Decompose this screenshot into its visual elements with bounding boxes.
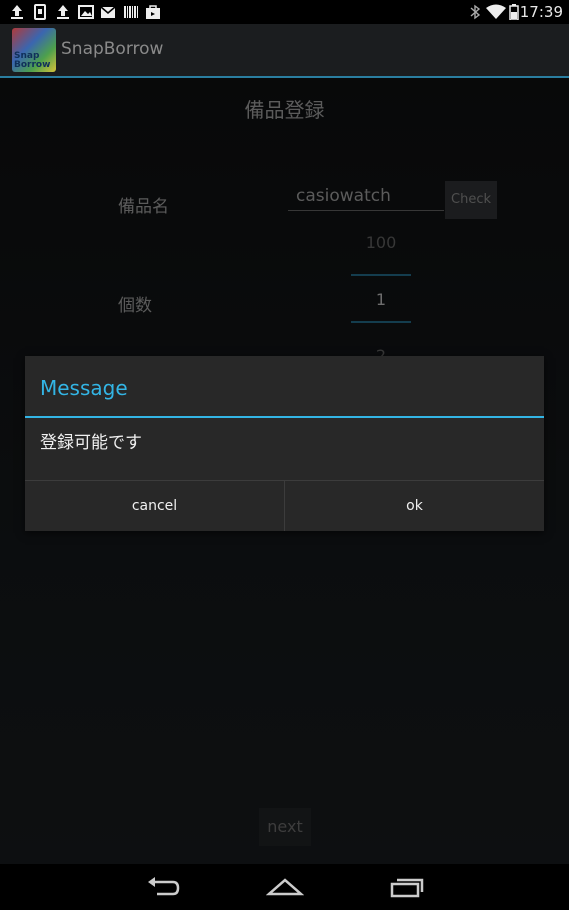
dialog-message: 登録可能です	[40, 433, 142, 453]
upload-icon	[57, 5, 69, 19]
back-icon[interactable]	[145, 874, 181, 900]
message-dialog: Message 登録可能です cancel ok	[25, 356, 544, 531]
ok-button[interactable]: ok	[285, 481, 544, 531]
phone-icon	[34, 4, 46, 20]
wifi-icon	[486, 4, 506, 19]
app-icon-text: Snap Borrow	[14, 51, 51, 70]
upload-icon	[11, 5, 23, 19]
gmail-icon	[100, 6, 116, 18]
recents-icon[interactable]	[389, 874, 425, 900]
battery-icon	[509, 4, 519, 20]
action-bar: Snap Borrow SnapBorrow	[0, 24, 569, 78]
image-icon	[78, 5, 94, 19]
home-icon[interactable]	[266, 874, 304, 900]
bluetooth-icon	[470, 4, 481, 20]
status-bar: 17:39	[0, 0, 569, 24]
navigation-bar	[0, 864, 569, 910]
dialog-title-divider	[25, 416, 544, 418]
cancel-button[interactable]: cancel	[25, 481, 284, 531]
bag-icon	[146, 5, 160, 19]
app-icon[interactable]: Snap Borrow	[12, 28, 56, 72]
dialog-title: Message	[40, 376, 128, 400]
app-title: SnapBorrow	[61, 39, 164, 59]
status-time: 17:39	[519, 3, 563, 21]
barcode-icon	[124, 6, 138, 18]
